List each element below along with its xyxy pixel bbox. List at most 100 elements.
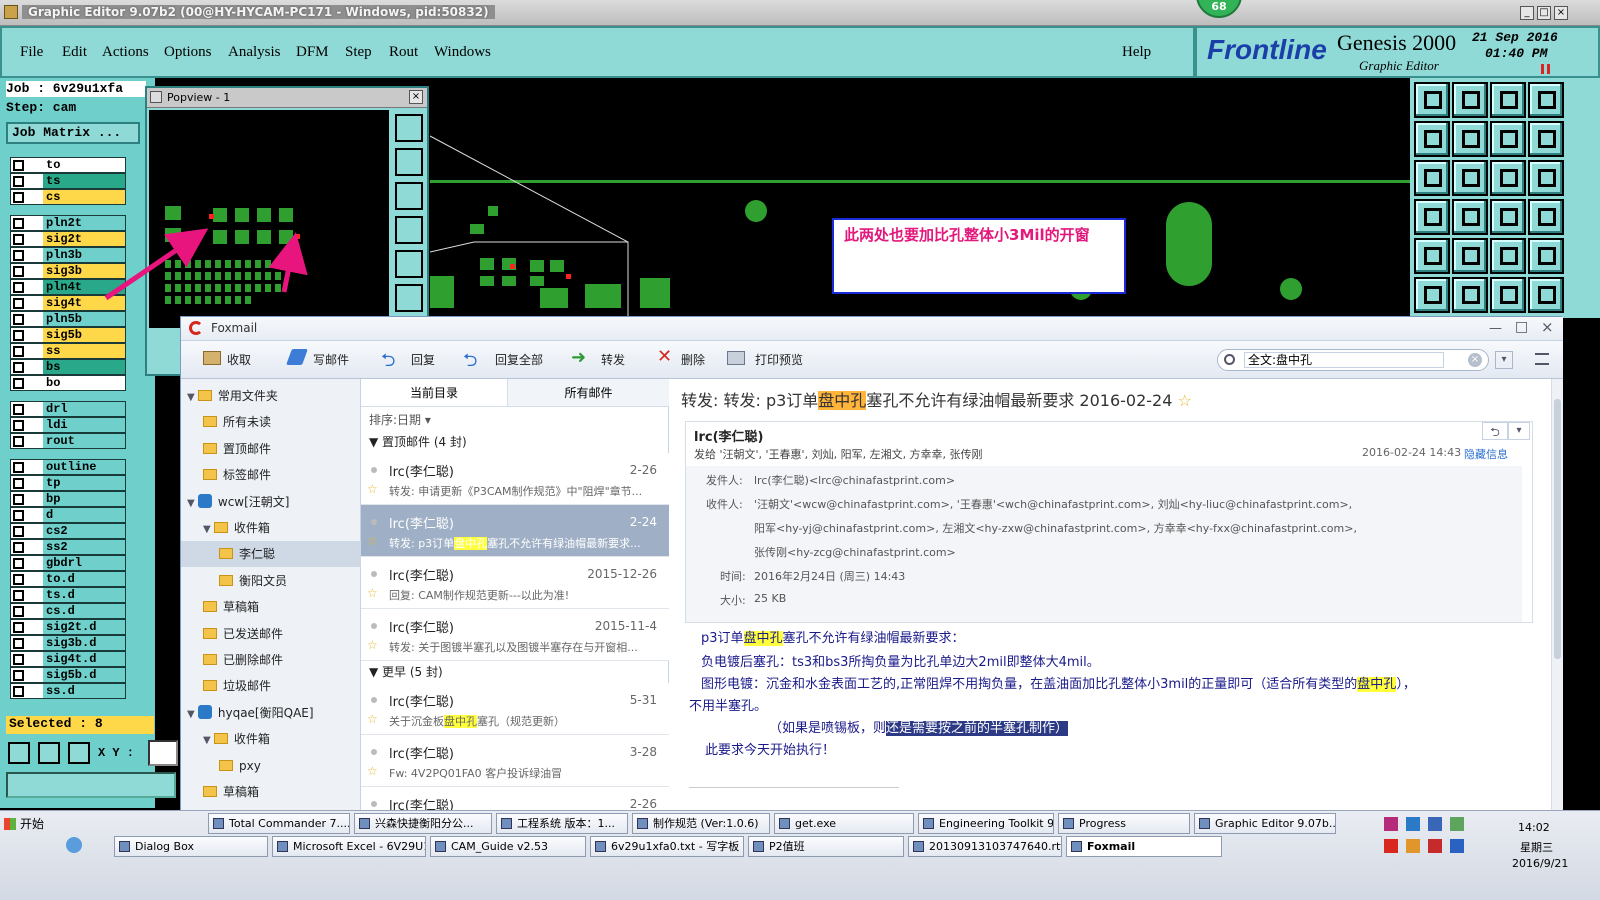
star-icon[interactable]: ☆ [367, 764, 378, 778]
folder-item[interactable]: 李仁聪 [181, 541, 361, 568]
message-item[interactable]: lrc(李仁聪) 2015-12-26 ☆ 回复: CAM制作规范更新---以此为准! [361, 557, 669, 609]
quicklaunch-icon[interactable] [66, 837, 82, 853]
reply-all-button[interactable]: 回复全部 [495, 351, 543, 368]
layer-checkbox[interactable] [13, 558, 24, 569]
reading-scrollbar[interactable] [1551, 379, 1563, 811]
popview-close-button[interactable]: × [409, 90, 423, 104]
expand-icon[interactable]: ▼ [187, 498, 198, 509]
layer-checkbox[interactable] [13, 266, 24, 277]
job-matrix-button[interactable]: Job Matrix ... [6, 122, 140, 144]
folder-item[interactable]: ▼ wcw[汪朝文] [181, 489, 361, 515]
layer-row-ts[interactable]: ts [10, 173, 126, 189]
menu-help[interactable]: Help [1122, 44, 1151, 61]
layer-row-cs-d[interactable]: cs.d [10, 603, 126, 619]
tool-button-0-0[interactable] [1414, 82, 1450, 118]
taskbar-button[interactable]: Engineering Toolkit 9... [918, 813, 1054, 834]
minimize-button[interactable]: _ [1520, 6, 1534, 20]
layer-checkbox[interactable] [13, 378, 24, 389]
folder-item[interactable]: ▼ 常用文件夹 [181, 383, 361, 409]
sort-dropdown[interactable]: 排序:日期 ▾ [369, 411, 431, 428]
menu-step[interactable]: Step [345, 44, 372, 61]
folder-item[interactable]: 所有未读 [181, 409, 361, 435]
layer-row-sig4t-d[interactable]: sig4t.d [10, 651, 126, 667]
reply-button[interactable]: 回复 [411, 351, 435, 368]
layer-row-cs[interactable]: cs [10, 189, 126, 205]
message-item[interactable]: lrc(李仁聪) 2015-11-4 ☆ 转发: 关于图镀半塞孔以及图镀半塞存在与开窗… [361, 609, 669, 661]
layer-row-outline[interactable]: outline [10, 459, 126, 475]
menu-dfm[interactable]: DFM [296, 44, 329, 61]
popview-down-button[interactable] [395, 182, 423, 210]
layer-row-sig3b-d[interactable]: sig3b.d [10, 635, 126, 651]
tool-button-1-0[interactable] [1414, 121, 1450, 157]
folder-item[interactable]: pxy [181, 753, 361, 779]
foxmail-close-button[interactable]: × [1541, 318, 1555, 336]
tray-icon[interactable] [1450, 839, 1464, 853]
layer-row-ts-d[interactable]: ts.d [10, 587, 126, 603]
message-item[interactable]: lrc(李仁聪) 3-28 ☆ Fw: 4V2PQ01FA0 客户投诉绿油冒 [361, 735, 669, 787]
tool-button-4-0[interactable] [1414, 238, 1450, 274]
layer-row-drl[interactable]: drl [10, 401, 126, 417]
receive-button[interactable]: 收取 [227, 351, 251, 368]
search-box[interactable]: 全文:盘中孔 × [1217, 349, 1489, 371]
tool-button-4-3[interactable] [1528, 238, 1564, 274]
tool-button-3-3[interactable] [1528, 199, 1564, 235]
hide-info-link[interactable]: 隐藏信息 [1464, 446, 1508, 462]
to-line-2[interactable]: 阳军<hy-yj@chinafastprint.com>, 左湘文<hy-zxw… [754, 520, 1357, 536]
layer-checkbox[interactable] [13, 176, 24, 187]
group-pinned-header[interactable]: ▼ 置顶邮件 (4 封) [369, 433, 467, 450]
layer-row-ldi[interactable]: ldi [10, 417, 126, 433]
tab-current-folder[interactable]: 当前目录 [361, 379, 507, 407]
layer-checkbox[interactable] [13, 478, 24, 489]
layer-checkbox[interactable] [13, 670, 24, 681]
message-item[interactable]: lrc(李仁聪) 2-24 ☆ 转发: p3订单盘中孔塞孔不允许有绿油帽最新要求... [361, 505, 669, 557]
taskbar-button[interactable]: get.exe [774, 813, 914, 834]
layer-row-gbdrl[interactable]: gbdrl [10, 555, 126, 571]
scrollbar-thumb[interactable] [1554, 399, 1561, 659]
tool-button-2-2[interactable] [1490, 160, 1526, 196]
tool-button-1-1[interactable] [1452, 121, 1488, 157]
folder-item[interactable]: 置顶邮件 [181, 436, 361, 462]
layer-row-sig4t[interactable]: sig4t [10, 295, 126, 311]
tray-icon[interactable] [1428, 839, 1442, 853]
layer-row-ss[interactable]: ss [10, 343, 126, 359]
layer-row-pln4t[interactable]: pln4t [10, 279, 126, 295]
tray-icon[interactable] [1428, 817, 1442, 831]
layer-checkbox[interactable] [13, 160, 24, 171]
expand-icon[interactable]: ▼ [203, 524, 214, 535]
layer-checkbox[interactable] [13, 510, 24, 521]
layer-checkbox[interactable] [13, 314, 24, 325]
clock-time[interactable]: 14:02 [1518, 821, 1550, 834]
message-item[interactable]: lrc(李仁聪) 2-26 ☆ 转发: 申请更新《P3CAM制作规范》中"阻焊"章节.… [361, 453, 669, 505]
layer-row-bo[interactable]: bo [10, 375, 126, 391]
layer-checkbox[interactable] [13, 686, 24, 697]
clear-search-icon[interactable]: × [1468, 353, 1482, 367]
layer-checkbox[interactable] [13, 654, 24, 665]
menu-rout[interactable]: Rout [389, 44, 418, 61]
tray-icon[interactable] [1406, 817, 1420, 831]
layer-checkbox[interactable] [13, 298, 24, 309]
layer-row-sig3b[interactable]: sig3b [10, 263, 126, 279]
expand-icon[interactable]: ▼ [203, 735, 214, 746]
tray-icon[interactable] [1384, 817, 1398, 831]
star-icon[interactable]: ☆ [367, 586, 378, 600]
forward-button[interactable]: 转发 [601, 351, 625, 368]
menu-actions[interactable]: Actions [102, 44, 149, 61]
tool-button-4-1[interactable] [1452, 238, 1488, 274]
layer-checkbox[interactable] [13, 638, 24, 649]
menu-windows[interactable]: Windows [434, 44, 491, 61]
to-line-3[interactable]: 张传刚<hy-zcg@chinafastprint.com> [754, 544, 956, 560]
star-icon[interactable]: ☆ [367, 534, 378, 548]
tool-button-3-0[interactable] [1414, 199, 1450, 235]
layer-checkbox[interactable] [13, 526, 24, 537]
taskbar-button[interactable]: 工程系统 版本：1... [496, 813, 628, 834]
layer-checkbox[interactable] [13, 346, 24, 357]
menu-edit[interactable]: Edit [62, 44, 87, 61]
layer-row-ss-d[interactable]: ss.d [10, 683, 126, 699]
layer-checkbox[interactable] [13, 574, 24, 585]
tool-button-1-2[interactable] [1490, 121, 1526, 157]
foxmail-maximize-button[interactable]: □ [1515, 319, 1529, 335]
layer-row-sig5b[interactable]: sig5b [10, 327, 126, 343]
group-earlier-header[interactable]: ▼ 更早 (5 封) [369, 663, 443, 680]
layer-checkbox[interactable] [13, 494, 24, 505]
from-value[interactable]: lrc(李仁聪)<lrc@chinafastprint.com> [754, 472, 955, 488]
